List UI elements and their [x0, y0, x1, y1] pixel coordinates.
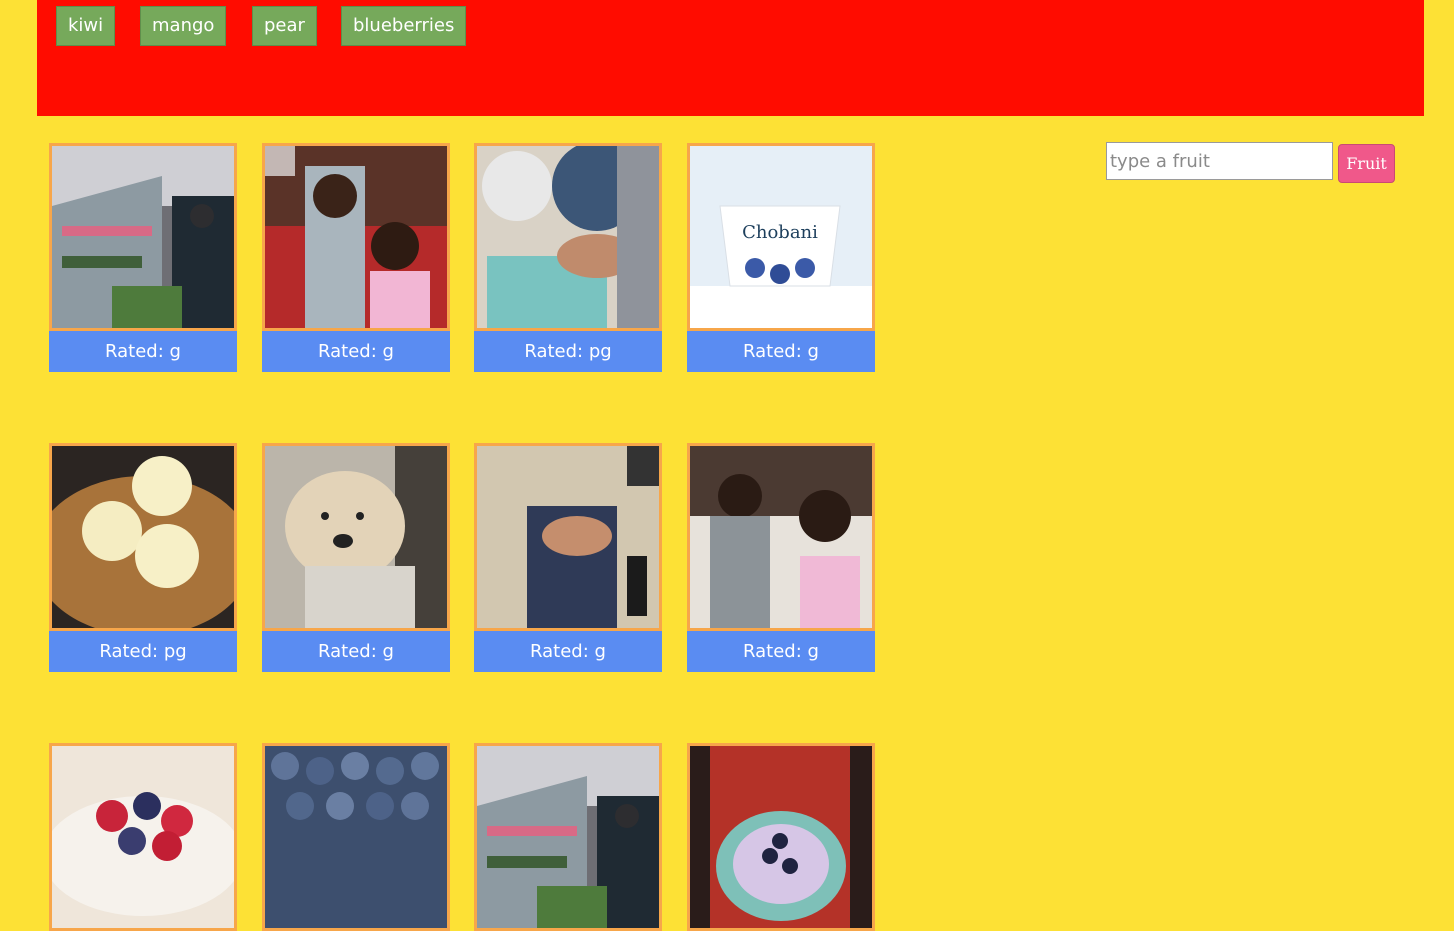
fruit-button-bar: kiwi mango pear blueberries [37, 0, 1424, 116]
gif-image[interactable] [687, 443, 875, 631]
gif-rating-label: Rated: g [262, 331, 450, 372]
gif-card [687, 743, 875, 931]
gif-image[interactable] [49, 143, 237, 331]
gif-card: Rated: g [687, 443, 875, 672]
gif-card: Rated: g [262, 143, 450, 372]
fruit-search-input[interactable] [1106, 142, 1333, 180]
gif-card [262, 743, 450, 931]
gif-rating-label: Rated: pg [49, 631, 237, 672]
fruit-button-pear[interactable]: pear [252, 6, 317, 46]
gif-card: Rated: g [262, 443, 450, 672]
gif-image[interactable] [49, 743, 237, 931]
gif-rating-label: Rated: g [262, 631, 450, 672]
gif-card: Rated: pg [474, 143, 662, 372]
gif-card: Rated: g [49, 143, 237, 372]
gif-card: Rated: g [474, 443, 662, 672]
fruit-button-blueberries[interactable]: blueberries [341, 6, 467, 46]
gif-rating-label: Rated: pg [474, 331, 662, 372]
add-fruit-button[interactable]: Fruit [1338, 144, 1395, 183]
fruit-button-kiwi[interactable]: kiwi [56, 6, 116, 46]
gif-image[interactable] [49, 443, 237, 631]
gif-card [49, 743, 237, 931]
gif-card: Chobani Rated: g [687, 143, 875, 372]
fruit-button-mango[interactable]: mango [140, 6, 227, 46]
svg-text:Chobani: Chobani [742, 222, 818, 243]
gif-image[interactable]: Chobani [687, 143, 875, 331]
gif-rating-label: Rated: g [474, 631, 662, 672]
gif-rating-label: Rated: g [687, 331, 875, 372]
gif-card: Rated: pg [49, 443, 237, 672]
gif-image[interactable] [687, 743, 875, 931]
gif-image[interactable] [262, 443, 450, 631]
gif-image[interactable] [262, 143, 450, 331]
gif-card [474, 743, 662, 931]
gif-image[interactable] [474, 443, 662, 631]
gif-image[interactable] [262, 743, 450, 931]
gif-rating-label: Rated: g [49, 331, 237, 372]
gif-rating-label: Rated: g [687, 631, 875, 672]
gif-image[interactable] [474, 743, 662, 931]
gif-image[interactable] [474, 143, 662, 331]
